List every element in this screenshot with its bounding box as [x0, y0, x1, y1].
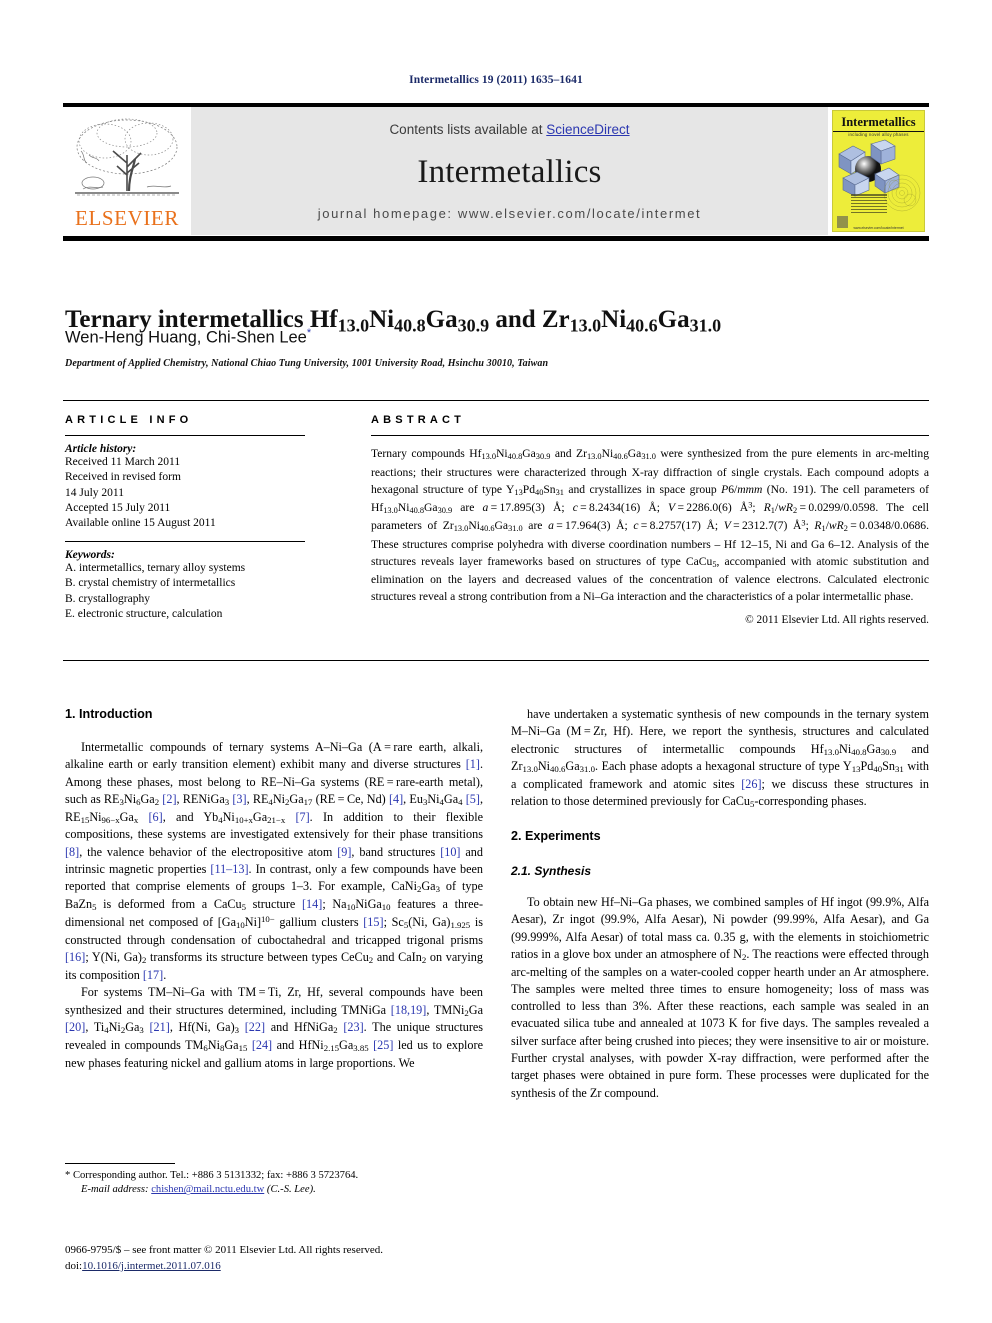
journal-homepage-link[interactable]: journal homepage: www.elsevier.com/locat…	[191, 206, 828, 221]
masthead-bottom-rule	[63, 236, 929, 241]
intro-paragraph-3: have undertaken a systematic synthesis o…	[511, 707, 930, 810]
article-page: Intermetallics 19 (2011) 1635–1641 ELSEV…	[0, 0, 992, 1323]
intro-paragraph-1: Intermetallic compounds of ternary syste…	[65, 739, 484, 983]
article-history-label: Article history:	[65, 443, 137, 456]
contents-prefix: Contents lists available at	[389, 122, 547, 137]
cover-journal-subtitle: including novel alloy phases	[848, 132, 909, 137]
section-heading-experiments: 2. Experiments	[511, 828, 601, 843]
synthesis-paragraph: To obtain new Hf–Ni–Ga phases, we combin…	[511, 894, 929, 1100]
cover-journal-title: Intermetallics	[833, 115, 924, 132]
keywords-divider	[65, 541, 305, 543]
abstract-body: Ternary compounds Hf13.0Ni40.8Ga30.9 and…	[371, 447, 930, 604]
article-history-list: Received 11 March 2011 Received in revis…	[65, 455, 343, 531]
keyword-item: B. crystal chemistry of intermetallics	[65, 577, 236, 590]
info-band-bottom-rule	[63, 660, 929, 662]
body-column-right: have undertaken a systematic synthesis o…	[511, 706, 929, 1102]
journal-title: Intermetallics	[417, 154, 602, 190]
keyword-item: B. crystallography	[65, 592, 150, 605]
page-footer: 0966-9795/$ – see front matter © 2011 El…	[65, 1243, 495, 1274]
journal-masthead: ELSEVIER Contents lists available at Sci…	[63, 103, 929, 235]
info-divider	[65, 435, 305, 437]
body-column-left: 1. Introduction Intermetallic compounds …	[65, 706, 483, 1072]
article-info-column: ARTICLE INFO Article history: Received 1…	[65, 414, 343, 622]
abstract-copyright: © 2011 Elsevier Ltd. All rights reserved…	[745, 614, 929, 627]
keywords-list: A. intermetallics, ternary alloy systems…	[65, 561, 343, 622]
abstract-column: ABSTRACT Ternary compounds Hf13.0Ni40.8G…	[371, 414, 929, 626]
abstract-divider	[371, 435, 929, 437]
history-item: Accepted 15 July 2011	[65, 501, 171, 514]
email-suffix: (C.-S. Lee).	[266, 1184, 316, 1196]
info-band-top-rule	[63, 400, 929, 402]
corresponding-author-marker: *	[306, 327, 312, 339]
cover-footer-url: www.elsevier.com/locate/intermet	[853, 226, 904, 230]
elsevier-logo: ELSEVIER	[63, 107, 191, 235]
elsevier-wordmark: ELSEVIER	[75, 206, 179, 230]
running-head: Intermetallics 19 (2011) 1635–1641	[409, 74, 583, 86]
footnote-rule	[65, 1163, 175, 1165]
email-line: E-mail address: chishen@mail.nctu.edu.tw…	[65, 1183, 483, 1197]
elsevier-tree-icon	[75, 118, 179, 196]
issn-copyright-line: 0966-9795/$ – see front matter © 2011 El…	[65, 1244, 384, 1256]
corresponding-author-footnote: * Corresponding author. Tel.: +886 3 513…	[65, 1163, 483, 1198]
contents-lists-line: Contents lists available at ScienceDirec…	[191, 122, 828, 137]
keyword-item: A. intermetallics, ternary alloy systems	[65, 562, 246, 575]
intro-paragraph-2: For systems TM–Ni–Ga with TM = Ti, Zr, H…	[65, 985, 484, 1070]
author-list: Wen-Heng Huang, Chi-Shen Lee*	[65, 327, 925, 348]
email-link[interactable]: chishen@mail.nctu.edu.tw	[151, 1184, 264, 1195]
doi-line: doi:10.1016/j.intermet.2011.07.016	[65, 1259, 495, 1275]
section-heading-introduction: 1. Introduction	[65, 707, 153, 721]
history-item: 14 July 2011	[65, 486, 124, 499]
history-item: Available online 15 August 2011	[65, 516, 216, 529]
abstract-heading: ABSTRACT	[371, 414, 466, 426]
cover-editor-lines	[851, 194, 887, 215]
cover-rings-graphic	[883, 174, 921, 212]
email-label: E-mail address:	[81, 1184, 149, 1196]
keywords-label: Keywords:	[65, 549, 115, 562]
subsection-heading-synthesis: 2.1. Synthesis	[511, 863, 592, 878]
keyword-item: E. electronic structure, calculation	[65, 607, 223, 620]
corresponding-author-line: * Corresponding author. Tel.: +886 3 513…	[65, 1170, 359, 1182]
doi-link[interactable]: 10.1016/j.intermet.2011.07.016	[82, 1260, 221, 1272]
sciencedirect-link[interactable]: ScienceDirect	[546, 122, 629, 137]
history-item: Received 11 March 2011	[65, 456, 181, 469]
journal-cover-thumbnail[interactable]: Intermetallics including novel alloy pha…	[828, 107, 929, 235]
author-names: Wen-Heng Huang, Chi-Shen Lee	[65, 328, 307, 347]
masthead-center: Contents lists available at ScienceDirec…	[191, 107, 828, 235]
article-info-heading: ARTICLE INFO	[65, 414, 193, 426]
doi-prefix: doi:	[65, 1259, 83, 1272]
history-item: Received in revised form	[65, 471, 181, 484]
affiliation: Department of Applied Chemistry, Nationa…	[65, 358, 549, 369]
